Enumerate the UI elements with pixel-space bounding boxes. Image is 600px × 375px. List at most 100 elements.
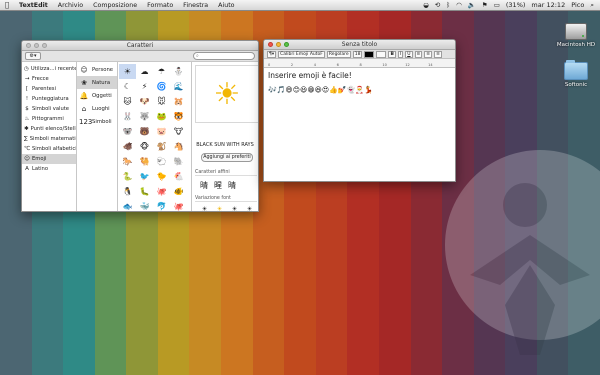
character-cell[interactable]: 🐷 [153,124,170,139]
minimize-button[interactable] [34,43,39,48]
character-cell[interactable]: ⛄ [170,64,187,79]
character-cell[interactable]: 🐱 [119,94,136,109]
character-cell[interactable]: ☾ [119,79,136,94]
character-cell[interactable]: 🐘 [170,154,187,169]
zoom-button[interactable] [284,42,289,47]
character-cell[interactable]: 🐫 [136,154,153,169]
align-right-button[interactable]: ≡ [434,50,442,58]
minimize-button[interactable] [276,42,281,47]
ruler[interactable]: 0 2 4 6 8 10 12 14 [264,59,455,68]
character-cell[interactable]: 🐟 [119,199,136,211]
character-cell[interactable]: 🐶 [136,94,153,109]
character-cell[interactable]: 🐮 [170,124,187,139]
document-titlebar[interactable]: Senza titolo [264,40,455,50]
subcategory-item[interactable]: ☺ Persone [77,63,117,76]
character-cell[interactable]: 🐍 [119,169,136,184]
character-cell[interactable]: 🐧 [119,184,136,199]
category-item[interactable]: ☺ Emoji [22,154,76,164]
character-cell[interactable]: 🐙 [170,199,187,211]
category-item[interactable]: ! Punteggiatura [22,94,76,104]
bold-button[interactable]: B [388,50,396,58]
character-cell[interactable]: 🐰 [119,109,136,124]
font-style-popup[interactable]: Regolare [326,50,351,58]
volume-icon[interactable]: 🔈 [468,0,476,10]
menu-formato[interactable]: Formato [142,2,178,9]
desktop-icon-macintosh-hd[interactable]: Macintosh HD [556,23,596,48]
font-family-popup[interactable]: Calibri Emoji AutoF [278,50,325,58]
zoom-button[interactable] [42,43,47,48]
character-cell[interactable]: 🐛 [136,184,153,199]
character-cell[interactable]: ☁ [136,64,153,79]
status-menu-icon[interactable]: ◒ [423,0,429,10]
menu-app-name[interactable]: TextEdit [14,2,53,9]
category-item[interactable]: ∑ Simboli matematici [22,134,76,144]
character-cell[interactable]: 🐔 [170,169,187,184]
character-cell[interactable]: 🐙 [153,184,170,199]
font-size-popup[interactable]: 18 [352,50,363,58]
battery-icon[interactable]: ▭ [494,0,500,10]
gear-menu-button[interactable]: ⚙▾ [25,52,41,60]
subcategory-item[interactable]: 🔔 Oggetti [77,89,117,102]
timemachine-icon[interactable]: ⟲ [435,0,440,10]
subcategory-item[interactable]: 123 Simboli [77,115,117,128]
character-cell[interactable]: 🐤 [153,169,170,184]
close-button[interactable] [268,42,273,47]
document-text-area[interactable]: Inserire emoji è facile! 🎶🎵😄😊😃😁😆😍👍💅👻🎅💃 [264,68,455,97]
background-color-well[interactable] [376,50,387,58]
font-variation-glyph[interactable]: ☀ [242,205,257,211]
category-item[interactable]: ♨ Pittogrammi [22,114,76,124]
menu-archivio[interactable]: Archivio [53,2,88,9]
character-cell[interactable]: 🌊 [170,79,187,94]
apple-logo-icon[interactable]:  [0,1,14,9]
character-cell[interactable]: 🐨 [119,124,136,139]
close-button[interactable] [26,43,31,48]
character-cell[interactable]: 🌀 [153,79,170,94]
character-cell[interactable]: ☀ [119,64,136,79]
character-search-input[interactable]: ⌕ [193,52,255,60]
character-cell[interactable]: 🐵 [136,139,153,154]
characters-titlebar[interactable]: Caratteri [22,41,258,51]
character-cell[interactable]: 🐎 [119,154,136,169]
character-cell[interactable]: 🐸 [153,109,170,124]
character-cell[interactable]: 🐴 [170,139,187,154]
user-name[interactable]: Pico [571,0,584,10]
category-item[interactable]: → Frecce [22,74,76,84]
menu-finestra[interactable]: Finestra [178,2,213,9]
spotlight-icon[interactable]: ⌕ [590,0,594,10]
category-item[interactable]: ◷ Utilizza...i recente [22,64,76,74]
subcategory-item[interactable]: ❀ Natura [77,76,117,89]
character-cell[interactable]: 🐒 [153,139,170,154]
flag-icon[interactable]: ⚑ [482,0,488,10]
character-cell[interactable]: 🐺 [136,109,153,124]
character-cell[interactable]: ⚡ [136,79,153,94]
character-cell[interactable]: 🐹 [170,94,187,109]
related-character[interactable]: 暒 [214,181,228,190]
bluetooth-icon[interactable]: ᛒ [446,0,450,10]
category-item[interactable]: ℃ Simboli alfabetici [22,144,76,154]
character-cell[interactable]: ☂ [153,64,170,79]
character-cell[interactable]: 🐦 [136,169,153,184]
add-to-favorites-button[interactable]: Aggiungi ai preferiti [201,153,253,162]
italic-button[interactable]: I [397,50,404,58]
desktop-icon-softonic[interactable]: Softonic [556,60,596,88]
paragraph-style-popup[interactable]: ¶▾ [267,50,277,58]
font-variation-glyph[interactable]: ☀ [227,205,242,211]
category-item[interactable]: [Parentesi [22,84,76,94]
character-cell[interactable]: 🐗 [119,139,136,154]
menu-aiuto[interactable]: Aiuto [213,2,239,9]
character-cell[interactable]: 🐬 [153,199,170,211]
align-center-button[interactable]: ≡ [424,50,433,58]
category-item[interactable]: A Latino [22,164,76,174]
related-character[interactable]: 晴 [200,181,214,190]
text-color-well[interactable] [364,50,375,58]
align-left-button[interactable]: ≡ [414,50,423,58]
category-item[interactable]: ✱ Punti elenco/Stelle [22,124,76,134]
character-cell[interactable]: 🐳 [136,199,153,211]
font-variation-glyph[interactable]: ☀ [197,205,212,211]
menu-composizione[interactable]: Composizione [88,2,142,9]
character-cell[interactable]: 🐻 [136,124,153,139]
character-cell[interactable]: 🐭 [153,94,170,109]
subcategory-item[interactable]: ⌂ Luoghi [77,102,117,115]
menubar-clock[interactable]: mar 12:12 [531,0,565,10]
font-variation-glyph[interactable]: ☀ [212,205,227,211]
